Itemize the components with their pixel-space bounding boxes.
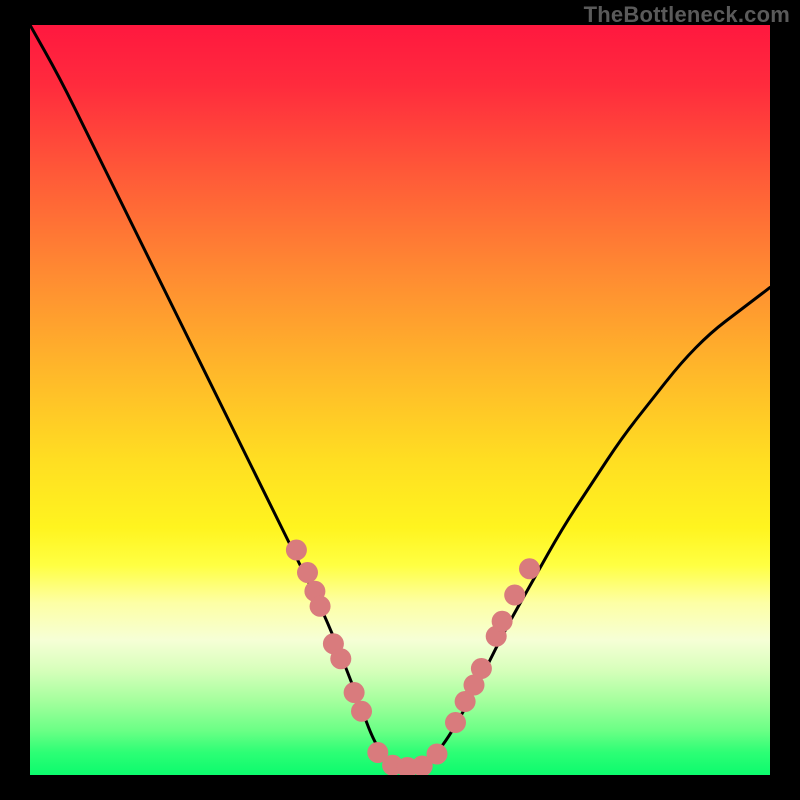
bottleneck-curve-svg: [30, 25, 770, 775]
data-marker: [297, 562, 318, 583]
data-marker: [286, 540, 307, 561]
data-marker: [330, 648, 351, 669]
data-marker: [471, 658, 492, 679]
data-marker: [519, 558, 540, 579]
data-marker: [351, 701, 372, 722]
data-marker: [445, 712, 466, 733]
data-marker: [344, 682, 365, 703]
bottleneck-curve: [30, 25, 770, 768]
data-marker: [310, 596, 331, 617]
watermark-text: TheBottleneck.com: [584, 2, 790, 28]
data-marker: [492, 611, 513, 632]
plot-area: [30, 25, 770, 775]
data-marker: [427, 744, 448, 765]
chart-frame: TheBottleneck.com: [0, 0, 800, 800]
data-marker: [504, 585, 525, 606]
